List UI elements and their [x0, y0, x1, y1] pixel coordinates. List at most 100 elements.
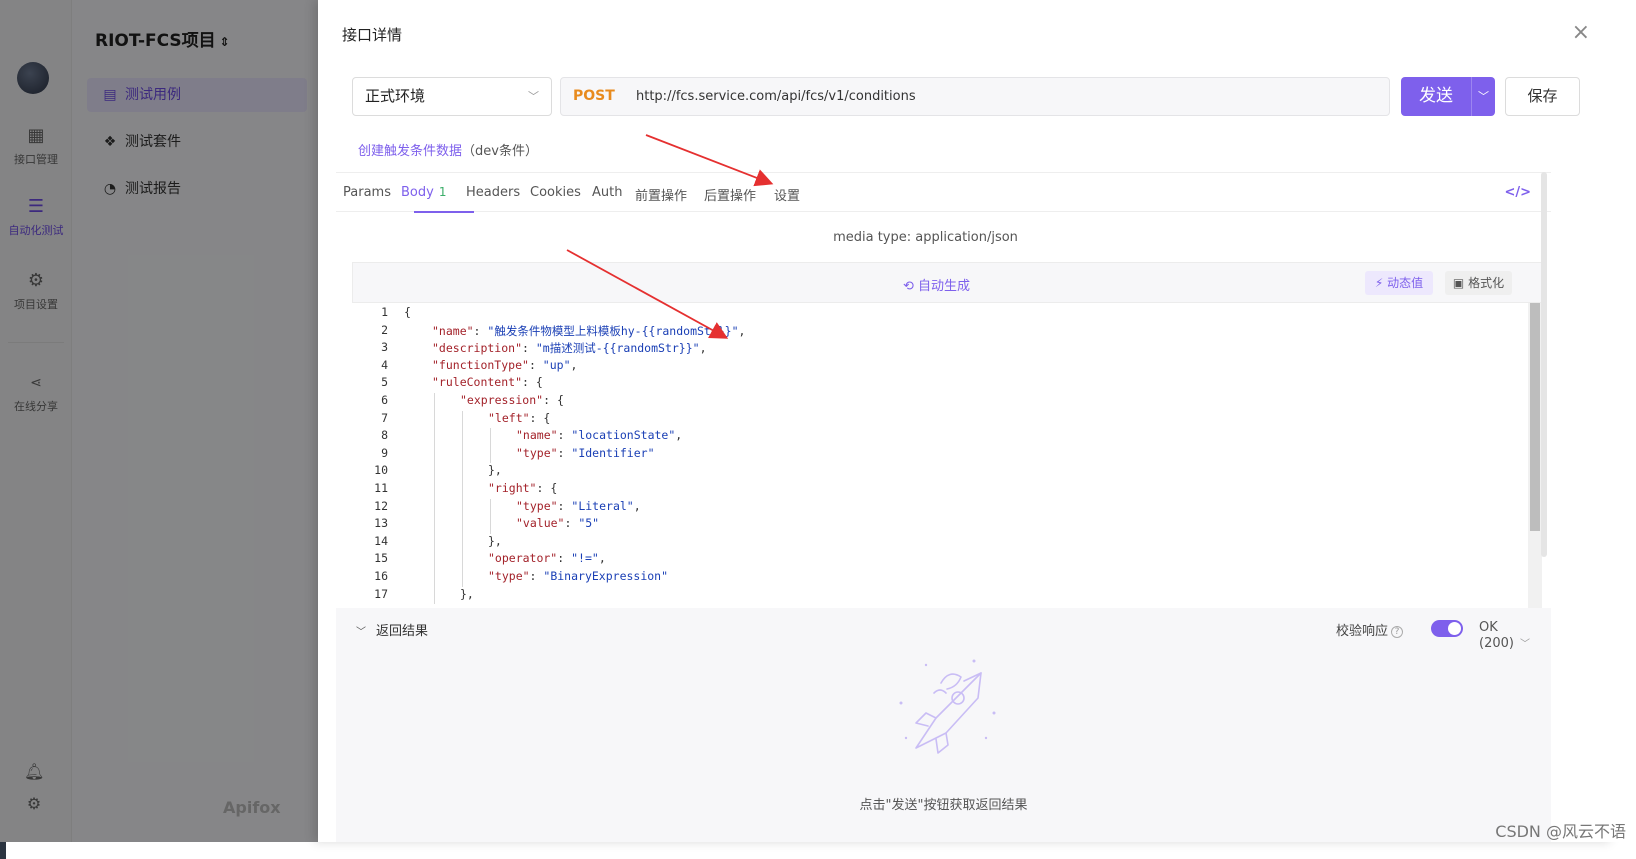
code-token: , [675, 428, 683, 443]
tab-label: Auth [592, 185, 623, 200]
api-tag: （dev条件） [462, 144, 538, 159]
environment-select[interactable]: 正式环境 ﹀ [352, 77, 552, 116]
tab-label: Body [401, 185, 434, 200]
code-area[interactable]: {"name": "触发条件物模型上料模板hy-{{randomStr}}", "… [404, 303, 1504, 608]
watermark: CSDN @风云不语 [1495, 822, 1626, 841]
line-number: 2 [381, 322, 388, 337]
indent-guide [434, 428, 435, 446]
tab-headers[interactable]: Headers [466, 185, 520, 200]
code-line: "name": "locationState", [516, 428, 682, 442]
indent-guide [434, 551, 435, 569]
tab-label: 后置操作 [704, 189, 757, 204]
code-line: "description": "m描述测试-{{randomStr}}", [432, 340, 707, 356]
code-token: "operator" [488, 551, 558, 566]
code-line: "type": "Identifier" [516, 446, 655, 460]
verify-response-label: 校验响应 [1336, 624, 1389, 639]
response-title: 返回结果 [376, 624, 429, 639]
close-icon[interactable]: × [1572, 20, 1590, 45]
send-dropdown-button[interactable]: ﹀ [1471, 77, 1495, 116]
empty-response-hint: 点击"发送"按钮获取返回结果 [859, 798, 1028, 813]
drawer-scrollbar[interactable] [1541, 172, 1547, 557]
tab-label: 前置操作 [635, 189, 688, 204]
code-token: : [557, 498, 572, 513]
chevron-down-icon: ﹀ [528, 90, 539, 103]
tab-label: Params [343, 185, 391, 200]
tab-settings[interactable]: 设置 [774, 185, 800, 204]
verify-response-toggle[interactable] [1431, 620, 1463, 637]
indent-guide [462, 569, 463, 587]
bottom-strip [0, 842, 1636, 859]
active-tab-indicator [414, 211, 474, 213]
api-detail-drawer: 接口详情 × 正式环境 ﹀ POST http://fcs.service.co… [318, 0, 1614, 842]
line-number: 8 [381, 428, 388, 443]
line-number: 17 [374, 586, 388, 601]
response-toggle[interactable]: ﹀ 返回结果 [356, 620, 428, 639]
indent-guide [462, 498, 463, 517]
tab-cookies[interactable]: Cookies [530, 185, 581, 200]
tab-pre-operations[interactable]: 前置操作 [635, 185, 687, 204]
indent-guide [462, 533, 463, 552]
tab-label: Headers [466, 185, 521, 200]
auto-generate-button[interactable]: ⟲ 自动生成 [903, 275, 970, 294]
auto-generate-label: 自动生成 [918, 279, 971, 294]
modal-mask[interactable] [0, 0, 318, 842]
indent-guide [490, 498, 491, 517]
help-icon[interactable]: ? [1391, 626, 1404, 638]
tab-post-operations[interactable]: 后置操作 [704, 185, 756, 204]
tab-params[interactable]: Params [343, 185, 391, 200]
code-token: : [522, 341, 536, 356]
send-button[interactable]: 发送 [1401, 77, 1471, 116]
code-line: }, [488, 463, 502, 477]
indent-guide [490, 445, 491, 464]
method-label[interactable]: POST [573, 78, 615, 115]
code-token: : [528, 357, 543, 372]
code-line: "functionType": "up", [432, 358, 577, 372]
dynamic-value-button[interactable]: ⚡︎ 动态值 [1365, 271, 1433, 295]
editor-scrollbar[interactable] [1528, 303, 1542, 608]
code-token: "!=" [571, 551, 599, 566]
code-token: "ruleContent" [432, 375, 523, 390]
status-select[interactable]: OK (200) ﹀ [1479, 620, 1551, 651]
tab-label: 设置 [774, 189, 801, 204]
tab-label: Cookies [530, 185, 581, 200]
code-token: : [557, 428, 572, 443]
drawer-title: 接口详情 [342, 26, 403, 44]
verify-response-label-wrap: 校验响应? [1336, 620, 1404, 639]
code-token: "Literal" [571, 498, 634, 513]
code-line: "name": "触发条件物模型上料模板hy-{{randomStr}}", [432, 323, 745, 339]
format-label: 格式化 [1468, 276, 1505, 290]
line-number: 1 [381, 305, 388, 319]
save-button[interactable]: 保存 [1505, 77, 1580, 116]
format-button[interactable]: ▣ 格式化 [1445, 271, 1512, 295]
code-line: }, [460, 587, 474, 601]
chevron-down-icon: ﹀ [1519, 639, 1530, 650]
line-number-gutter: 1 2 3 4 5 6 7 8 9 10 11 12 13 14 15 16 17 [352, 303, 396, 608]
code-token: : { [522, 375, 543, 390]
page-right-gutter [1614, 0, 1636, 842]
indent-guide [434, 569, 435, 587]
json-editor[interactable]: 1 2 3 4 5 6 7 8 9 10 11 12 13 14 15 16 17 {"name": "触发条件… [352, 303, 1547, 608]
editor-toolbar: ⟲ 自动生成 ⚡︎ 动态值 ▣ 格式化 [352, 262, 1547, 303]
status-value: OK (200) [1479, 620, 1514, 651]
indent-guide [434, 516, 435, 534]
code-token: }, [488, 533, 502, 548]
line-number: 9 [381, 445, 388, 460]
code-token: "m描述测试-{{randomStr}}" [535, 341, 700, 356]
line-number: 10 [374, 463, 388, 478]
api-name-link[interactable]: 创建触发条件数据 [358, 144, 462, 159]
code-token: "locationState" [571, 428, 676, 443]
tab-auth[interactable]: Auth [592, 185, 622, 200]
code-icon[interactable]: </> [1504, 185, 1531, 200]
dynamic-value-label: 动态值 [1387, 276, 1424, 290]
line-number: 11 [374, 481, 388, 495]
indent-guide [434, 410, 435, 429]
code-token: }, [488, 463, 502, 478]
chevron-down-icon: ﹀ [356, 627, 366, 638]
code-token: "Identifier" [571, 445, 655, 460]
code-token: "name" [516, 428, 558, 443]
code-token: "right" [488, 481, 537, 495]
tab-body[interactable]: Body 1 [401, 185, 446, 200]
code-token: "left" [488, 410, 530, 425]
url-input[interactable]: POST http://fcs.service.com/api/fcs/v1/c… [560, 77, 1390, 116]
editor-scroll-thumb[interactable] [1530, 303, 1540, 531]
